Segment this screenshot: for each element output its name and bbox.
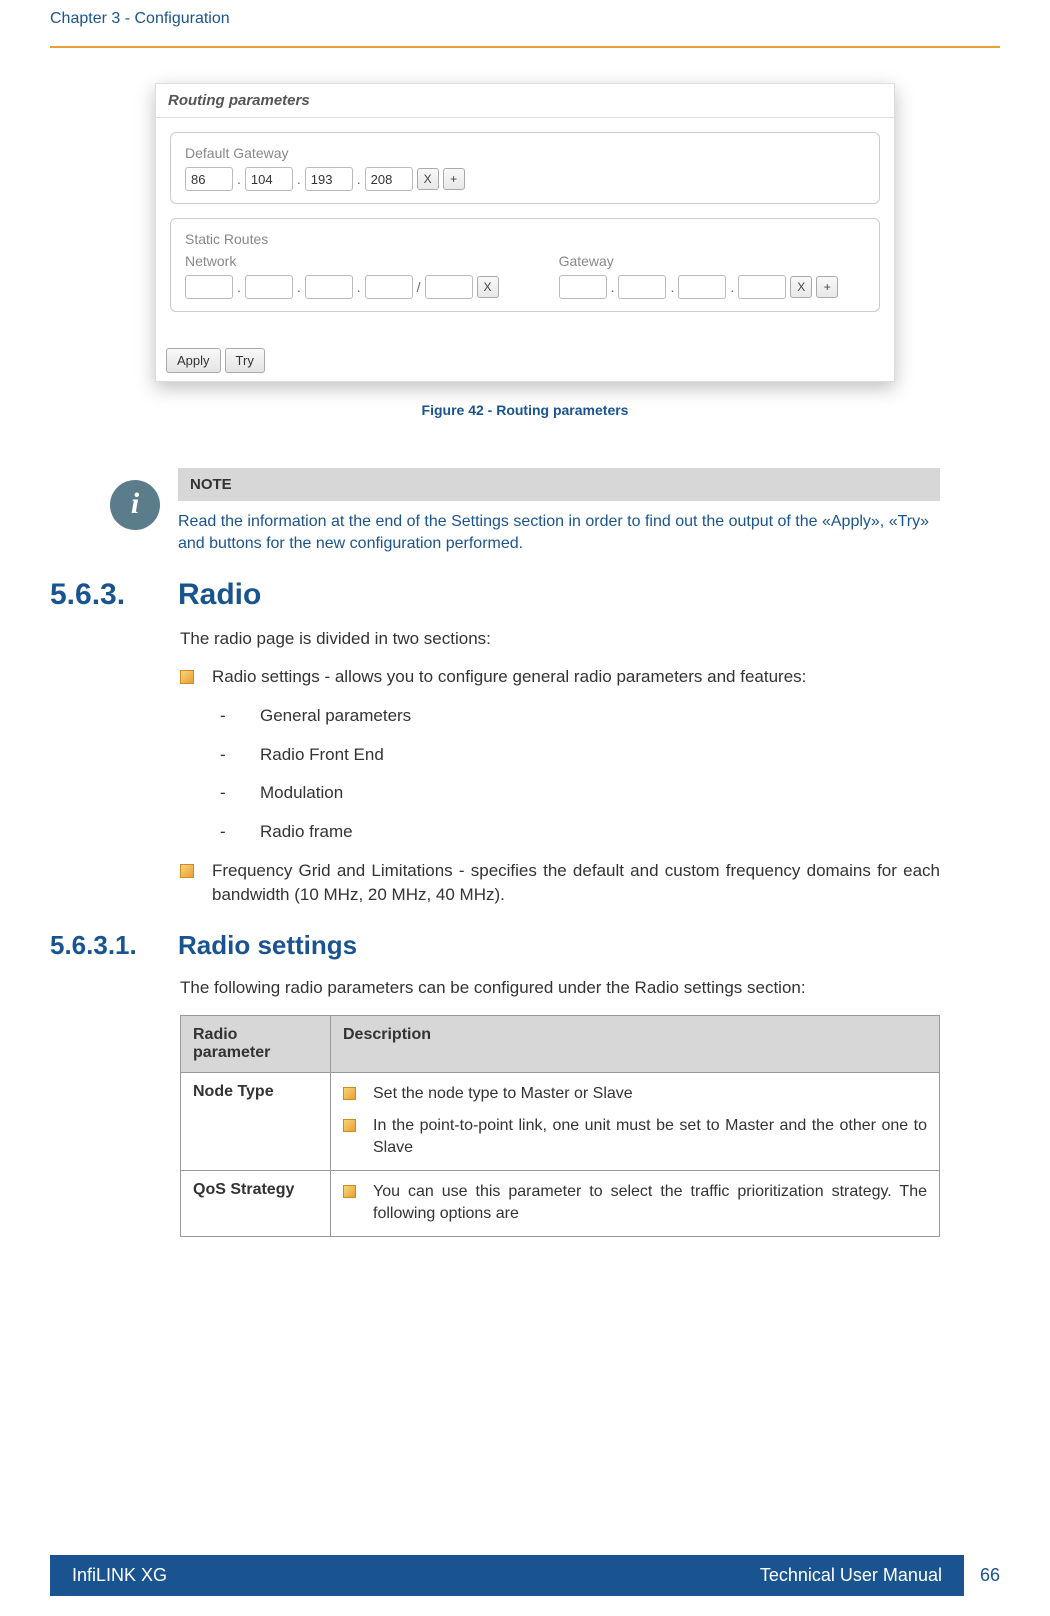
gw-octet-4[interactable]: 208 (365, 167, 413, 191)
section-title-radio-settings: Radio settings (178, 930, 357, 961)
table-row-node-type: Node Type Set the node type to Master or… (181, 1072, 940, 1170)
gw-clear-button[interactable]: X (417, 168, 439, 190)
try-button[interactable]: Try (225, 348, 265, 373)
route-gw-octet-3[interactable] (678, 275, 726, 299)
routing-parameters-panel: Routing parameters Default Gateway 86. 1… (155, 83, 895, 382)
gw-octet-1[interactable]: 86 (185, 167, 233, 191)
route-gw-octet-2[interactable] (618, 275, 666, 299)
table-row-qos: QoS Strategy You can use this parameter … (181, 1170, 940, 1236)
figure-42: Routing parameters Default Gateway 86. 1… (155, 73, 895, 448)
figure-caption: Figure 42 - Routing parameters (155, 402, 895, 418)
gw-add-button[interactable]: + (443, 168, 465, 190)
cell-qos-strategy: QoS Strategy (181, 1170, 331, 1236)
panel-title: Routing parameters (156, 84, 894, 118)
route-clear-button[interactable]: X (790, 276, 812, 298)
section-intro-2: The following radio parameters can be co… (180, 976, 940, 1001)
apply-button[interactable]: Apply (166, 348, 221, 373)
cell-node-type: Node Type (181, 1072, 331, 1170)
sub-general-params: -General parameters (212, 704, 940, 729)
page-number: 66 (964, 1565, 1000, 1586)
net-clear-button[interactable]: X (477, 276, 499, 298)
net-mask[interactable] (425, 275, 473, 299)
net-octet-3[interactable] (305, 275, 353, 299)
header-divider (50, 46, 1000, 48)
sub-radio-frame: -Radio frame (212, 820, 940, 845)
net-octet-4[interactable] (365, 275, 413, 299)
route-add-button[interactable]: + (816, 276, 838, 298)
gw-octet-2[interactable]: 104 (245, 167, 293, 191)
default-gateway-box: Default Gateway 86. 104. 193. 208 X + (170, 132, 880, 204)
cidr-slash: / (417, 279, 421, 295)
default-gateway-label: Default Gateway (185, 145, 865, 161)
page-footer: InfiLINK XG Technical User Manual 66 (50, 1555, 1000, 1596)
node-type-bullet-1: Set the node type to Master or Slave (343, 1083, 927, 1105)
note-title: NOTE (178, 468, 940, 501)
qos-bullet-1: You can use this parameter to select the… (343, 1181, 927, 1226)
radio-parameters-table: Radio parameter Description Node Type Se… (180, 1015, 940, 1237)
net-octet-1[interactable] (185, 275, 233, 299)
info-icon: i (110, 480, 160, 530)
static-routes-box: Static Routes Network . . . / X (170, 218, 880, 312)
net-octet-2[interactable] (245, 275, 293, 299)
chapter-header: Chapter 3 - Configuration (50, 0, 1000, 38)
note-text: Read the information at the end of the S… (178, 511, 940, 556)
th-description: Description (331, 1015, 940, 1072)
bullet-frequency-grid: Frequency Grid and Limitations - specifi… (180, 859, 940, 908)
section-number-563: 5.6.3. (50, 578, 160, 612)
bullet-radio-settings: Radio settings - allows you to configure… (180, 665, 940, 844)
sub-radio-front-end: -Radio Front End (212, 743, 940, 768)
footer-doc-title: Technical User Manual (760, 1565, 942, 1586)
gateway-col-label: Gateway (559, 253, 839, 269)
th-radio-parameter: Radio parameter (181, 1015, 331, 1072)
gw-octet-3[interactable]: 193 (305, 167, 353, 191)
route-gw-octet-1[interactable] (559, 275, 607, 299)
footer-product: InfiLINK XG (72, 1565, 167, 1586)
section-intro-1: The radio page is divided in two section… (180, 627, 940, 652)
network-label: Network (185, 253, 499, 269)
node-type-bullet-2: In the point-to-point link, one unit mus… (343, 1115, 927, 1160)
section-number-5631: 5.6.3.1. (50, 930, 160, 961)
section-title-radio: Radio (178, 578, 261, 612)
route-gw-octet-4[interactable] (738, 275, 786, 299)
sub-modulation: -Modulation (212, 781, 940, 806)
static-routes-label: Static Routes (185, 231, 865, 247)
